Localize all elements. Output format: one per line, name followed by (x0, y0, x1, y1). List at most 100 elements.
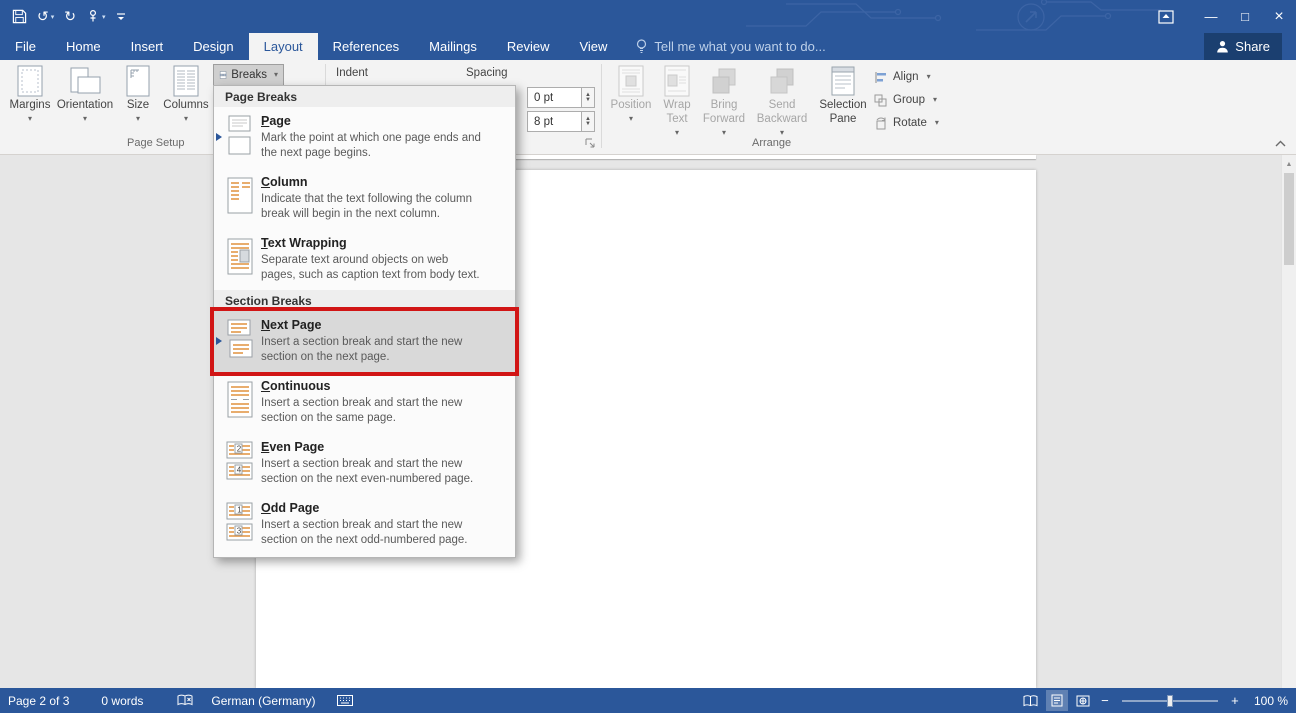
print-layout-button[interactable] (1046, 690, 1068, 711)
tab-design[interactable]: Design (178, 33, 248, 60)
share-person-icon (1216, 40, 1229, 53)
menu-item-continuous[interactable]: Continuous Insert a section break and st… (214, 372, 515, 433)
margins-caret-icon: ▾ (28, 115, 32, 123)
orientation-button[interactable]: Orientation ▾ (56, 63, 114, 123)
svg-text:2: 2 (237, 445, 242, 454)
scrollbar-thumb[interactable] (1284, 173, 1294, 265)
size-icon (123, 63, 153, 99)
save-button[interactable] (12, 9, 27, 24)
ribbon: Margins ▾ Orientation ▾ Size ▾ Columns ▾ (0, 60, 1296, 155)
menu-item-title: Continuous (261, 379, 481, 393)
tab-review[interactable]: Review (492, 33, 565, 60)
section-breaks-section-header: Section Breaks (214, 290, 515, 311)
position-button[interactable]: Position ▾ (608, 63, 654, 123)
tab-home[interactable]: Home (51, 33, 116, 60)
wrap-text-button[interactable]: Wrap Text ▾ (656, 63, 698, 137)
group-label: Group (893, 94, 925, 106)
send-backward-icon (767, 63, 797, 99)
align-button[interactable]: Align ▾ (874, 68, 931, 86)
selection-pane-label: Selection Pane (816, 99, 870, 127)
menu-item-odd-page[interactable]: 13 Odd Page Insert a section break and s… (214, 494, 515, 555)
customize-qat-button[interactable] (116, 12, 126, 22)
page-indicator-label: Page 2 of 3 (8, 694, 69, 708)
vertical-scrollbar[interactable]: ▲ (1281, 155, 1296, 688)
zoom-out-button[interactable]: − (1098, 693, 1112, 708)
spacing-before-input[interactable]: 0 pt (527, 87, 582, 108)
spacing-before-value: 0 pt (534, 92, 553, 104)
window-controls: — □ × (1146, 0, 1296, 33)
menu-item-desc: Indicate that the text following the col… (261, 192, 481, 222)
paragraph-dialog-launcher[interactable] (585, 136, 597, 148)
rotate-button[interactable]: Rotate ▾ (874, 114, 939, 132)
pointer-marker-icon (216, 133, 222, 141)
touch-mouse-mode-button[interactable]: ▾ (86, 9, 106, 24)
language-selector[interactable]: German (Germany) (203, 688, 323, 713)
menu-item-next-page[interactable]: Next Page Insert a section break and sta… (214, 311, 515, 372)
spacing-after-input[interactable]: 8 pt (527, 111, 582, 132)
spin-down-icon[interactable]: ▼ (585, 98, 591, 103)
group-button[interactable]: Group ▾ (874, 91, 937, 109)
page-break-icon (225, 115, 261, 160)
menu-item-page[interactable]: Page Mark the point at which one page en… (214, 107, 515, 168)
zoom-in-button[interactable]: + (1228, 693, 1242, 708)
group-caret-icon: ▾ (933, 96, 937, 104)
ribbon-tab-bar: File Home Insert Design Layout Reference… (0, 33, 1296, 60)
menu-item-text-wrapping[interactable]: Text Wrapping Separate text around objec… (214, 229, 515, 290)
tell-me-input[interactable]: Tell me what you want to do... (636, 33, 825, 60)
margins-label: Margins (10, 99, 51, 113)
odd-page-break-icon: 13 (225, 502, 261, 547)
menu-item-desc: Insert a section break and start the new… (261, 396, 481, 426)
ribbon-display-options-button[interactable] (1146, 0, 1186, 33)
keyboard-indicator[interactable] (329, 688, 361, 713)
margins-button[interactable]: Margins ▾ (6, 63, 54, 123)
collapse-ribbon-button[interactable] (1270, 135, 1290, 151)
close-button[interactable]: × (1262, 0, 1296, 33)
page-breaks-header-label: Page Breaks (225, 90, 297, 104)
web-layout-button[interactable] (1072, 690, 1094, 711)
tab-mailings[interactable]: Mailings (414, 33, 492, 60)
tab-layout[interactable]: Layout (249, 33, 318, 60)
menu-item-desc: Insert a section break and start the new… (261, 335, 481, 365)
bring-forward-button[interactable]: Bring Forward ▾ (700, 63, 748, 137)
touch-mode-icon (86, 9, 100, 24)
zoom-slider[interactable] (1122, 700, 1218, 702)
tab-references[interactable]: References (318, 33, 414, 60)
tab-file[interactable]: File (0, 33, 51, 60)
title-bar: ↺ ▾ ↻ ▾ — □ × (0, 0, 1296, 33)
spin-down-icon[interactable]: ▼ (585, 122, 591, 127)
word-count[interactable]: 0 words (93, 688, 151, 713)
menu-item-even-page[interactable]: 24 Even Page Insert a section break and … (214, 433, 515, 494)
redo-button[interactable]: ↻ (64, 8, 76, 25)
continuous-break-icon (225, 380, 261, 425)
zoom-level-button[interactable]: 100 % (1254, 694, 1288, 708)
maximize-button[interactable]: □ (1228, 0, 1262, 33)
send-backward-label: Send Backward (752, 99, 812, 127)
send-backward-caret-icon: ▾ (780, 129, 784, 137)
zoom-slider-thumb[interactable] (1167, 695, 1173, 707)
tab-insert[interactable]: Insert (116, 33, 179, 60)
document-area[interactable]: ▲ (0, 155, 1296, 688)
redo-icon: ↻ (64, 8, 76, 25)
spacing-after-stepper[interactable]: ▲ ▼ (582, 111, 595, 132)
arrange-group-label: Arrange (752, 137, 791, 149)
share-button[interactable]: Share (1204, 33, 1282, 60)
menu-item-column[interactable]: Column Indicate that the text following … (214, 168, 515, 229)
status-bar-right: − + 100 % (1020, 688, 1288, 713)
size-button[interactable]: Size ▾ (118, 63, 158, 123)
selection-pane-button[interactable]: Selection Pane (816, 63, 870, 127)
breaks-button[interactable]: Breaks ▾ (213, 64, 284, 86)
send-backward-button[interactable]: Send Backward ▾ (752, 63, 812, 137)
undo-button[interactable]: ↺ ▾ (37, 8, 54, 25)
scroll-up-arrow-icon[interactable]: ▲ (1282, 157, 1296, 171)
read-mode-button[interactable] (1020, 690, 1042, 711)
undo-icon: ↺ (37, 8, 49, 25)
page-indicator[interactable]: Page 2 of 3 (0, 688, 77, 713)
even-page-break-icon: 24 (225, 441, 261, 486)
breaks-caret-icon: ▾ (274, 71, 278, 79)
columns-button[interactable]: Columns ▾ (160, 63, 212, 123)
undo-dropdown-caret-icon[interactable]: ▾ (51, 13, 55, 21)
spacing-before-stepper[interactable]: ▲ ▼ (582, 87, 595, 108)
minimize-button[interactable]: — (1194, 0, 1228, 33)
tab-view[interactable]: View (564, 33, 622, 60)
proofing-status-button[interactable] (169, 688, 201, 713)
